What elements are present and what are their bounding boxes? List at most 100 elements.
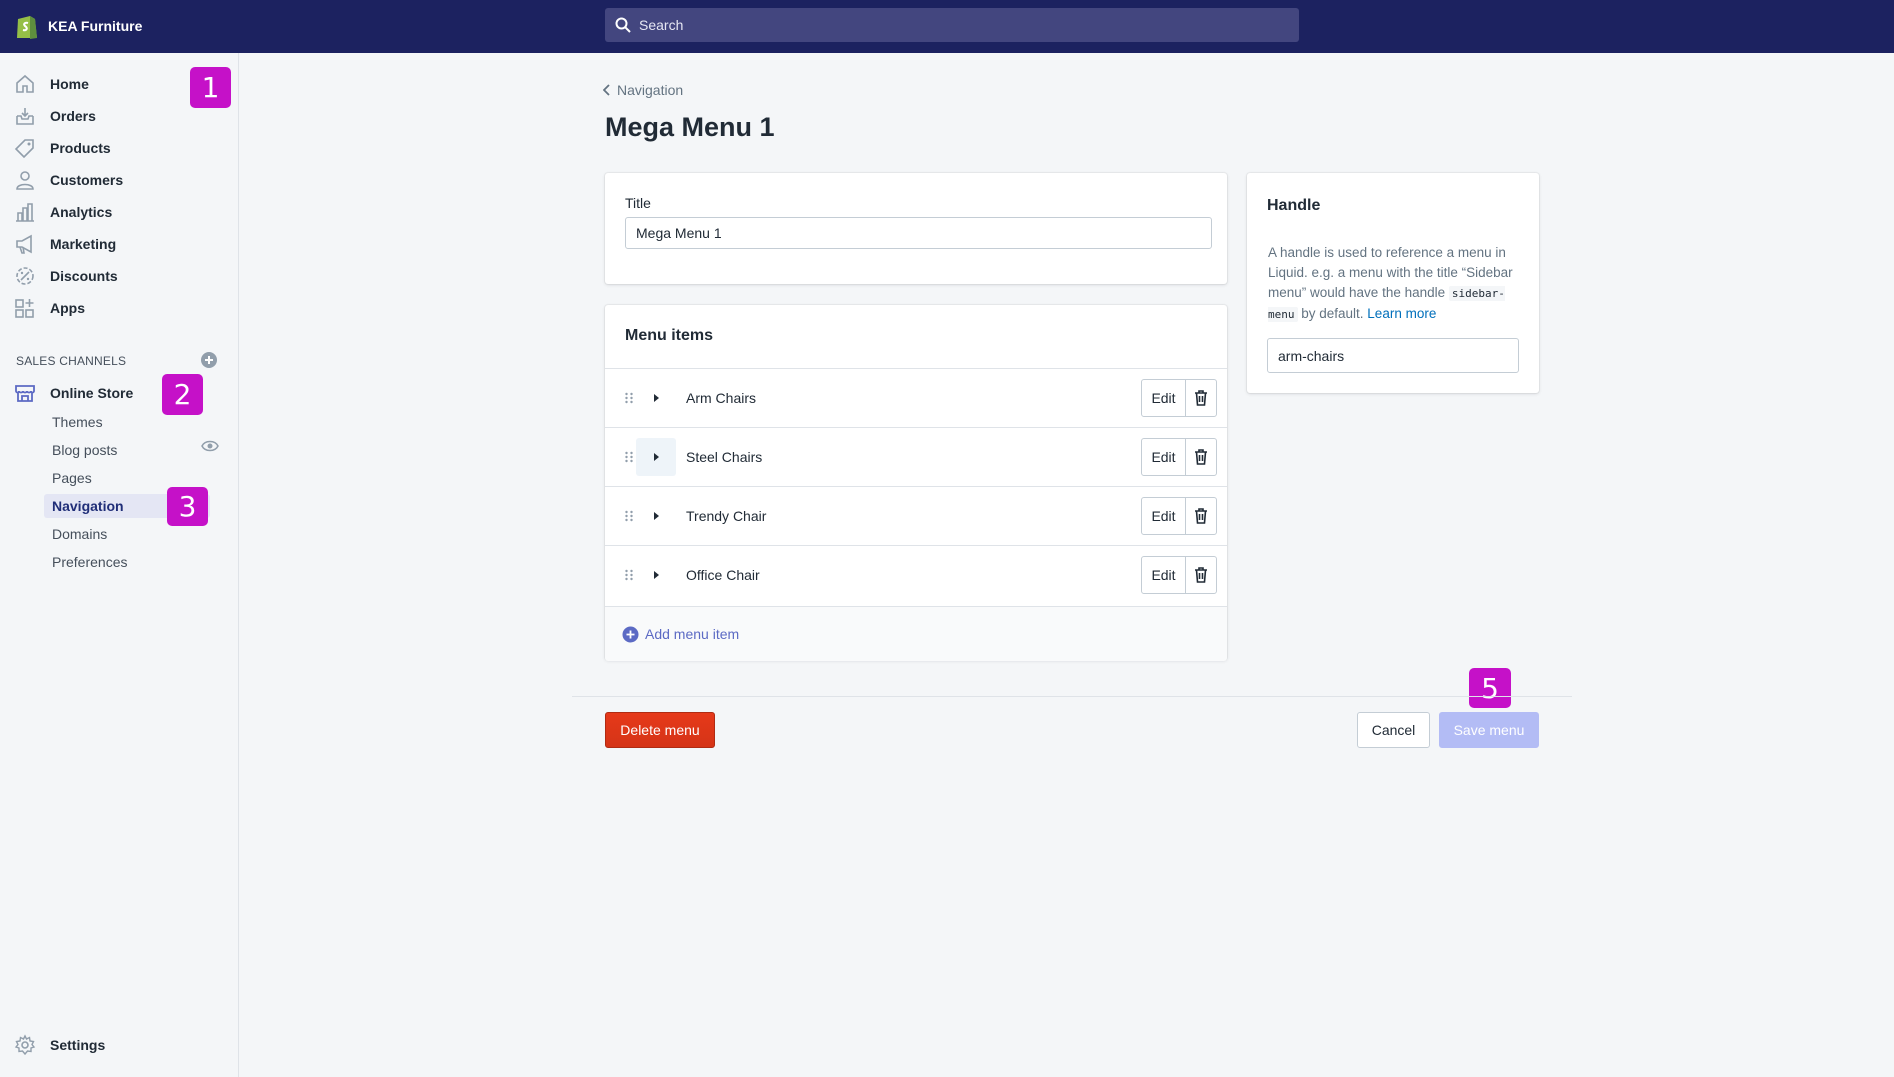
handle-help-suffix: by default. xyxy=(1297,306,1368,321)
add-sales-channel-icon[interactable] xyxy=(200,351,218,369)
trash-icon xyxy=(1195,390,1207,406)
menu-items-heading: Menu items xyxy=(625,327,714,344)
search-input[interactable] xyxy=(639,17,1259,33)
sidebar-item-label: Home xyxy=(50,76,89,92)
menu-item-label: Office Chair xyxy=(686,567,760,583)
add-menu-item-button[interactable]: Add menu item xyxy=(605,606,1227,661)
sales-channels-title: SALES CHANNELS xyxy=(16,354,127,368)
tag-icon xyxy=(14,139,34,159)
delete-item-button[interactable] xyxy=(1185,379,1217,417)
sidebar-item-analytics[interactable]: Analytics xyxy=(14,199,112,225)
annotation-badge-5: 5 xyxy=(1469,668,1511,708)
handle-card: Handle A handle is used to reference a m… xyxy=(1247,173,1539,393)
handle-heading: Handle xyxy=(1267,197,1321,214)
learn-more-link[interactable]: Learn more xyxy=(1367,306,1436,321)
caret-right-icon xyxy=(654,512,659,520)
menu-item-label: Arm Chairs xyxy=(686,390,757,406)
search-icon xyxy=(615,17,631,33)
cancel-button[interactable]: Cancel xyxy=(1357,712,1430,748)
breadcrumb[interactable]: Navigation xyxy=(603,82,683,98)
expand-toggle[interactable] xyxy=(636,497,676,535)
menu-item-row: Trendy Chair Edit xyxy=(605,486,1227,545)
shopify-logo-icon xyxy=(17,16,37,39)
sidebar-item-label: Orders xyxy=(50,108,96,124)
title-input[interactable] xyxy=(625,217,1212,249)
add-menu-item-label: Add menu item xyxy=(645,626,740,642)
store-name: KEA Furniture xyxy=(48,18,143,34)
menu-item-row: Arm Chairs Edit xyxy=(605,368,1227,427)
chevron-left-icon xyxy=(603,84,610,96)
expand-toggle[interactable] xyxy=(636,556,676,594)
plus-circle-icon xyxy=(622,626,639,642)
trash-icon xyxy=(1195,508,1207,524)
trash-icon xyxy=(1195,567,1207,583)
sidebar-item-label: Analytics xyxy=(50,204,113,220)
megaphone-icon xyxy=(16,234,32,254)
apps-icon xyxy=(15,299,34,318)
sidebar-item-home[interactable]: Home xyxy=(14,71,89,97)
expand-toggle[interactable] xyxy=(636,379,676,417)
sidebar-item-label: Settings xyxy=(50,1037,106,1053)
top-bar: KEA Furniture xyxy=(0,0,1894,53)
delete-item-button[interactable] xyxy=(1185,438,1217,476)
store-brand[interactable]: KEA Furniture xyxy=(15,12,142,40)
menu-items-card: Menu items Arm Chairs Edit Steel Chairs … xyxy=(605,305,1227,661)
sidebar-item-label: Products xyxy=(50,140,111,156)
menu-item-row: Steel Chairs Edit xyxy=(605,427,1227,486)
sidebar-item-customers[interactable]: Customers xyxy=(14,167,123,193)
title-field-label: Title xyxy=(625,195,651,211)
edit-button[interactable]: Edit xyxy=(1141,497,1186,535)
handle-help-text: A handle is used to reference a menu in … xyxy=(1268,243,1528,325)
orders-icon xyxy=(16,108,34,125)
save-menu-button[interactable]: Save menu xyxy=(1439,712,1539,748)
edit-button[interactable]: Edit xyxy=(1141,438,1186,476)
page-title: Mega Menu 1 xyxy=(605,112,775,142)
edit-button[interactable]: Edit xyxy=(1141,556,1186,594)
sidebar-item-label: Customers xyxy=(50,172,124,188)
sidebar-item-online-store[interactable]: Online Store xyxy=(14,380,133,406)
sidebar-item-label: Discounts xyxy=(50,268,118,284)
caret-right-icon xyxy=(654,453,659,461)
home-icon xyxy=(16,74,34,93)
annotation-badge-3: 3 xyxy=(167,487,208,526)
search-bar[interactable] xyxy=(605,8,1299,42)
sidebar-item-label: Apps xyxy=(50,300,85,316)
sidebar-item-discounts[interactable]: Discounts xyxy=(14,263,118,289)
delete-item-button[interactable] xyxy=(1185,556,1217,594)
store-icon xyxy=(15,385,35,402)
annotation-badge-1: 1 xyxy=(190,67,231,108)
sidebar: Home Orders Products Customers Analytics… xyxy=(0,53,239,1077)
sidebar-item-products[interactable]: Products xyxy=(14,135,111,161)
expand-toggle[interactable] xyxy=(636,438,676,476)
drag-handle-icon[interactable] xyxy=(624,391,634,405)
trash-icon xyxy=(1195,449,1207,465)
sidebar-item-marketing[interactable]: Marketing xyxy=(14,231,116,257)
menu-item-row: Office Chair Edit xyxy=(605,545,1227,604)
sidebar-item-apps[interactable]: Apps xyxy=(14,295,85,321)
sidebar-item-orders[interactable]: Orders xyxy=(14,103,96,129)
edit-button[interactable]: Edit xyxy=(1141,379,1186,417)
sidebar-subitem-preferences[interactable]: Preferences xyxy=(44,550,210,574)
menu-item-label: Trendy Chair xyxy=(686,508,767,524)
caret-right-icon xyxy=(654,571,659,579)
gear-icon xyxy=(14,1034,36,1056)
sidebar-item-settings[interactable]: Settings xyxy=(14,1032,105,1058)
person-icon xyxy=(16,171,34,190)
discount-icon xyxy=(16,267,34,285)
breadcrumb-label: Navigation xyxy=(617,82,684,98)
drag-handle-icon[interactable] xyxy=(624,509,634,523)
delete-item-button[interactable] xyxy=(1185,497,1217,535)
caret-right-icon xyxy=(654,394,659,402)
sidebar-subitem-blog-posts[interactable]: Blog posts xyxy=(44,438,210,462)
sidebar-item-label: Marketing xyxy=(50,236,117,252)
sidebar-item-label: Online Store xyxy=(50,385,134,401)
title-card: Title xyxy=(605,173,1227,284)
chart-icon xyxy=(16,203,34,222)
drag-handle-icon[interactable] xyxy=(624,450,634,464)
annotation-badge-2: 2 xyxy=(162,374,203,415)
footer-divider xyxy=(572,696,1572,697)
menu-item-label: Steel Chairs xyxy=(686,449,763,465)
delete-menu-button[interactable]: Delete menu xyxy=(605,712,715,748)
drag-handle-icon[interactable] xyxy=(624,568,634,582)
handle-input[interactable] xyxy=(1267,338,1519,373)
